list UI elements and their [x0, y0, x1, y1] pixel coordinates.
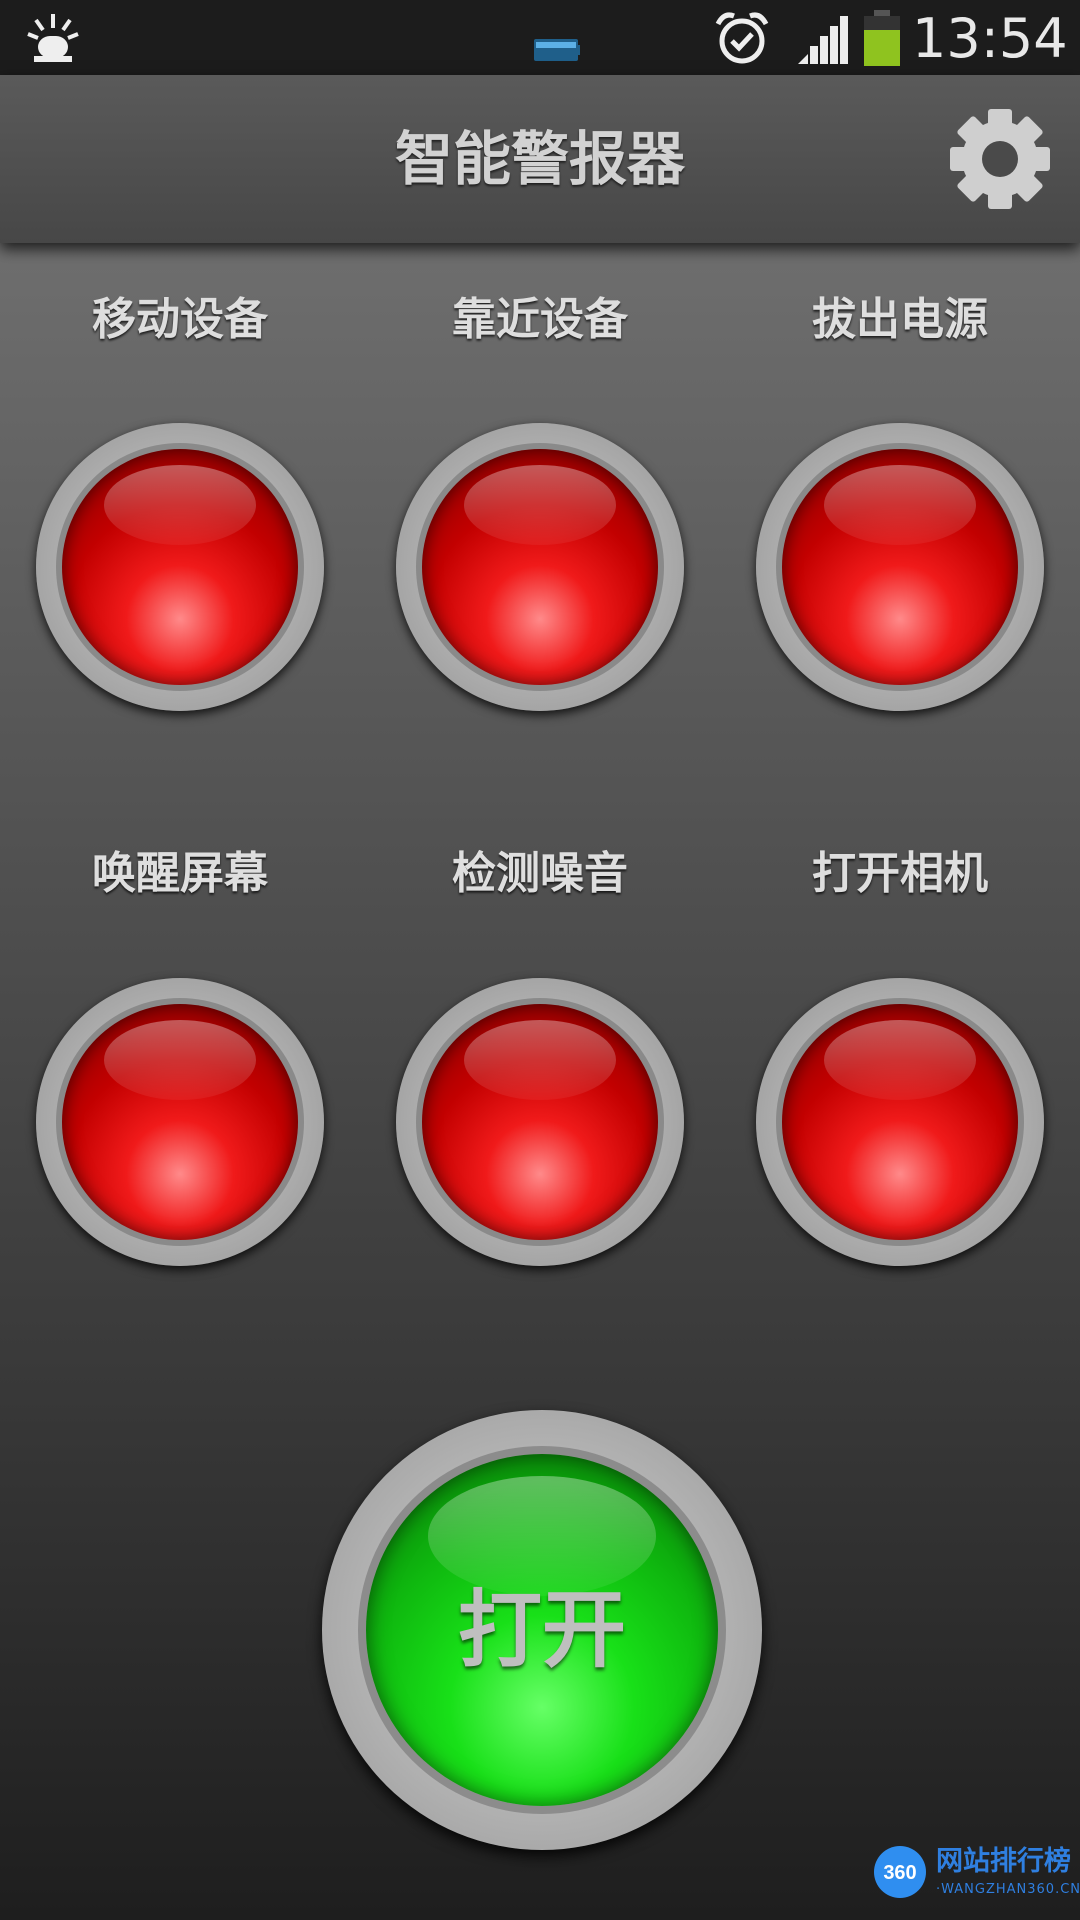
sensor-label-move: 移动设备 [92, 294, 268, 345]
svg-text:360: 360 [883, 1862, 916, 1884]
360-logo-icon: 360 [874, 1846, 926, 1898]
sensor-toggle-noise[interactable] [396, 978, 684, 1266]
battery-icon [864, 10, 900, 66]
red-indicator-light [62, 1004, 298, 1240]
alarm-clock-icon [715, 12, 769, 64]
sensor-toggle-proximity[interactable] [396, 423, 684, 711]
gear-icon[interactable] [946, 105, 1054, 213]
red-indicator-light [422, 1004, 658, 1240]
red-indicator-light [422, 449, 658, 685]
sensor-label-wake-screen: 唤醒屏幕 [92, 848, 268, 899]
red-indicator-light [782, 449, 1018, 685]
red-indicator-light [62, 449, 298, 685]
sensor-label-camera: 打开相机 [812, 848, 988, 899]
sensor-toggle-move[interactable] [36, 423, 324, 711]
sensor-label-noise: 检测噪音 [452, 848, 628, 899]
power-button-label: 打开 [457, 1581, 626, 1679]
sensor-toggle-wake-screen[interactable] [36, 978, 324, 1266]
status-time: 13:54 [912, 7, 1068, 70]
watermark-text: 网站排行榜 [936, 1846, 1071, 1877]
watermark: 360 网站排行榜 ·WANGZHAN360.CN· [872, 1840, 1080, 1912]
green-indicator-light: 打开 [366, 1454, 718, 1806]
power-button[interactable]: 打开 [322, 1410, 762, 1850]
app-bar: 智能警报器 [0, 75, 1080, 243]
sensor-toggle-unplug[interactable] [756, 423, 1044, 711]
signal-strength-icon [798, 16, 848, 64]
watermark-subtext: ·WANGZHAN360.CN· [936, 1882, 1080, 1897]
red-indicator-light [782, 1004, 1018, 1240]
battery-notification-icon [534, 39, 580, 61]
siren-notification-icon [27, 14, 79, 62]
sensor-label-unplug: 拔出电源 [812, 294, 988, 345]
app-title: 智能警报器 [394, 125, 685, 193]
sensor-toggle-camera[interactable] [756, 978, 1044, 1266]
sensor-label-proximity: 靠近设备 [452, 294, 628, 345]
status-bar: 13:54 [0, 0, 1080, 75]
